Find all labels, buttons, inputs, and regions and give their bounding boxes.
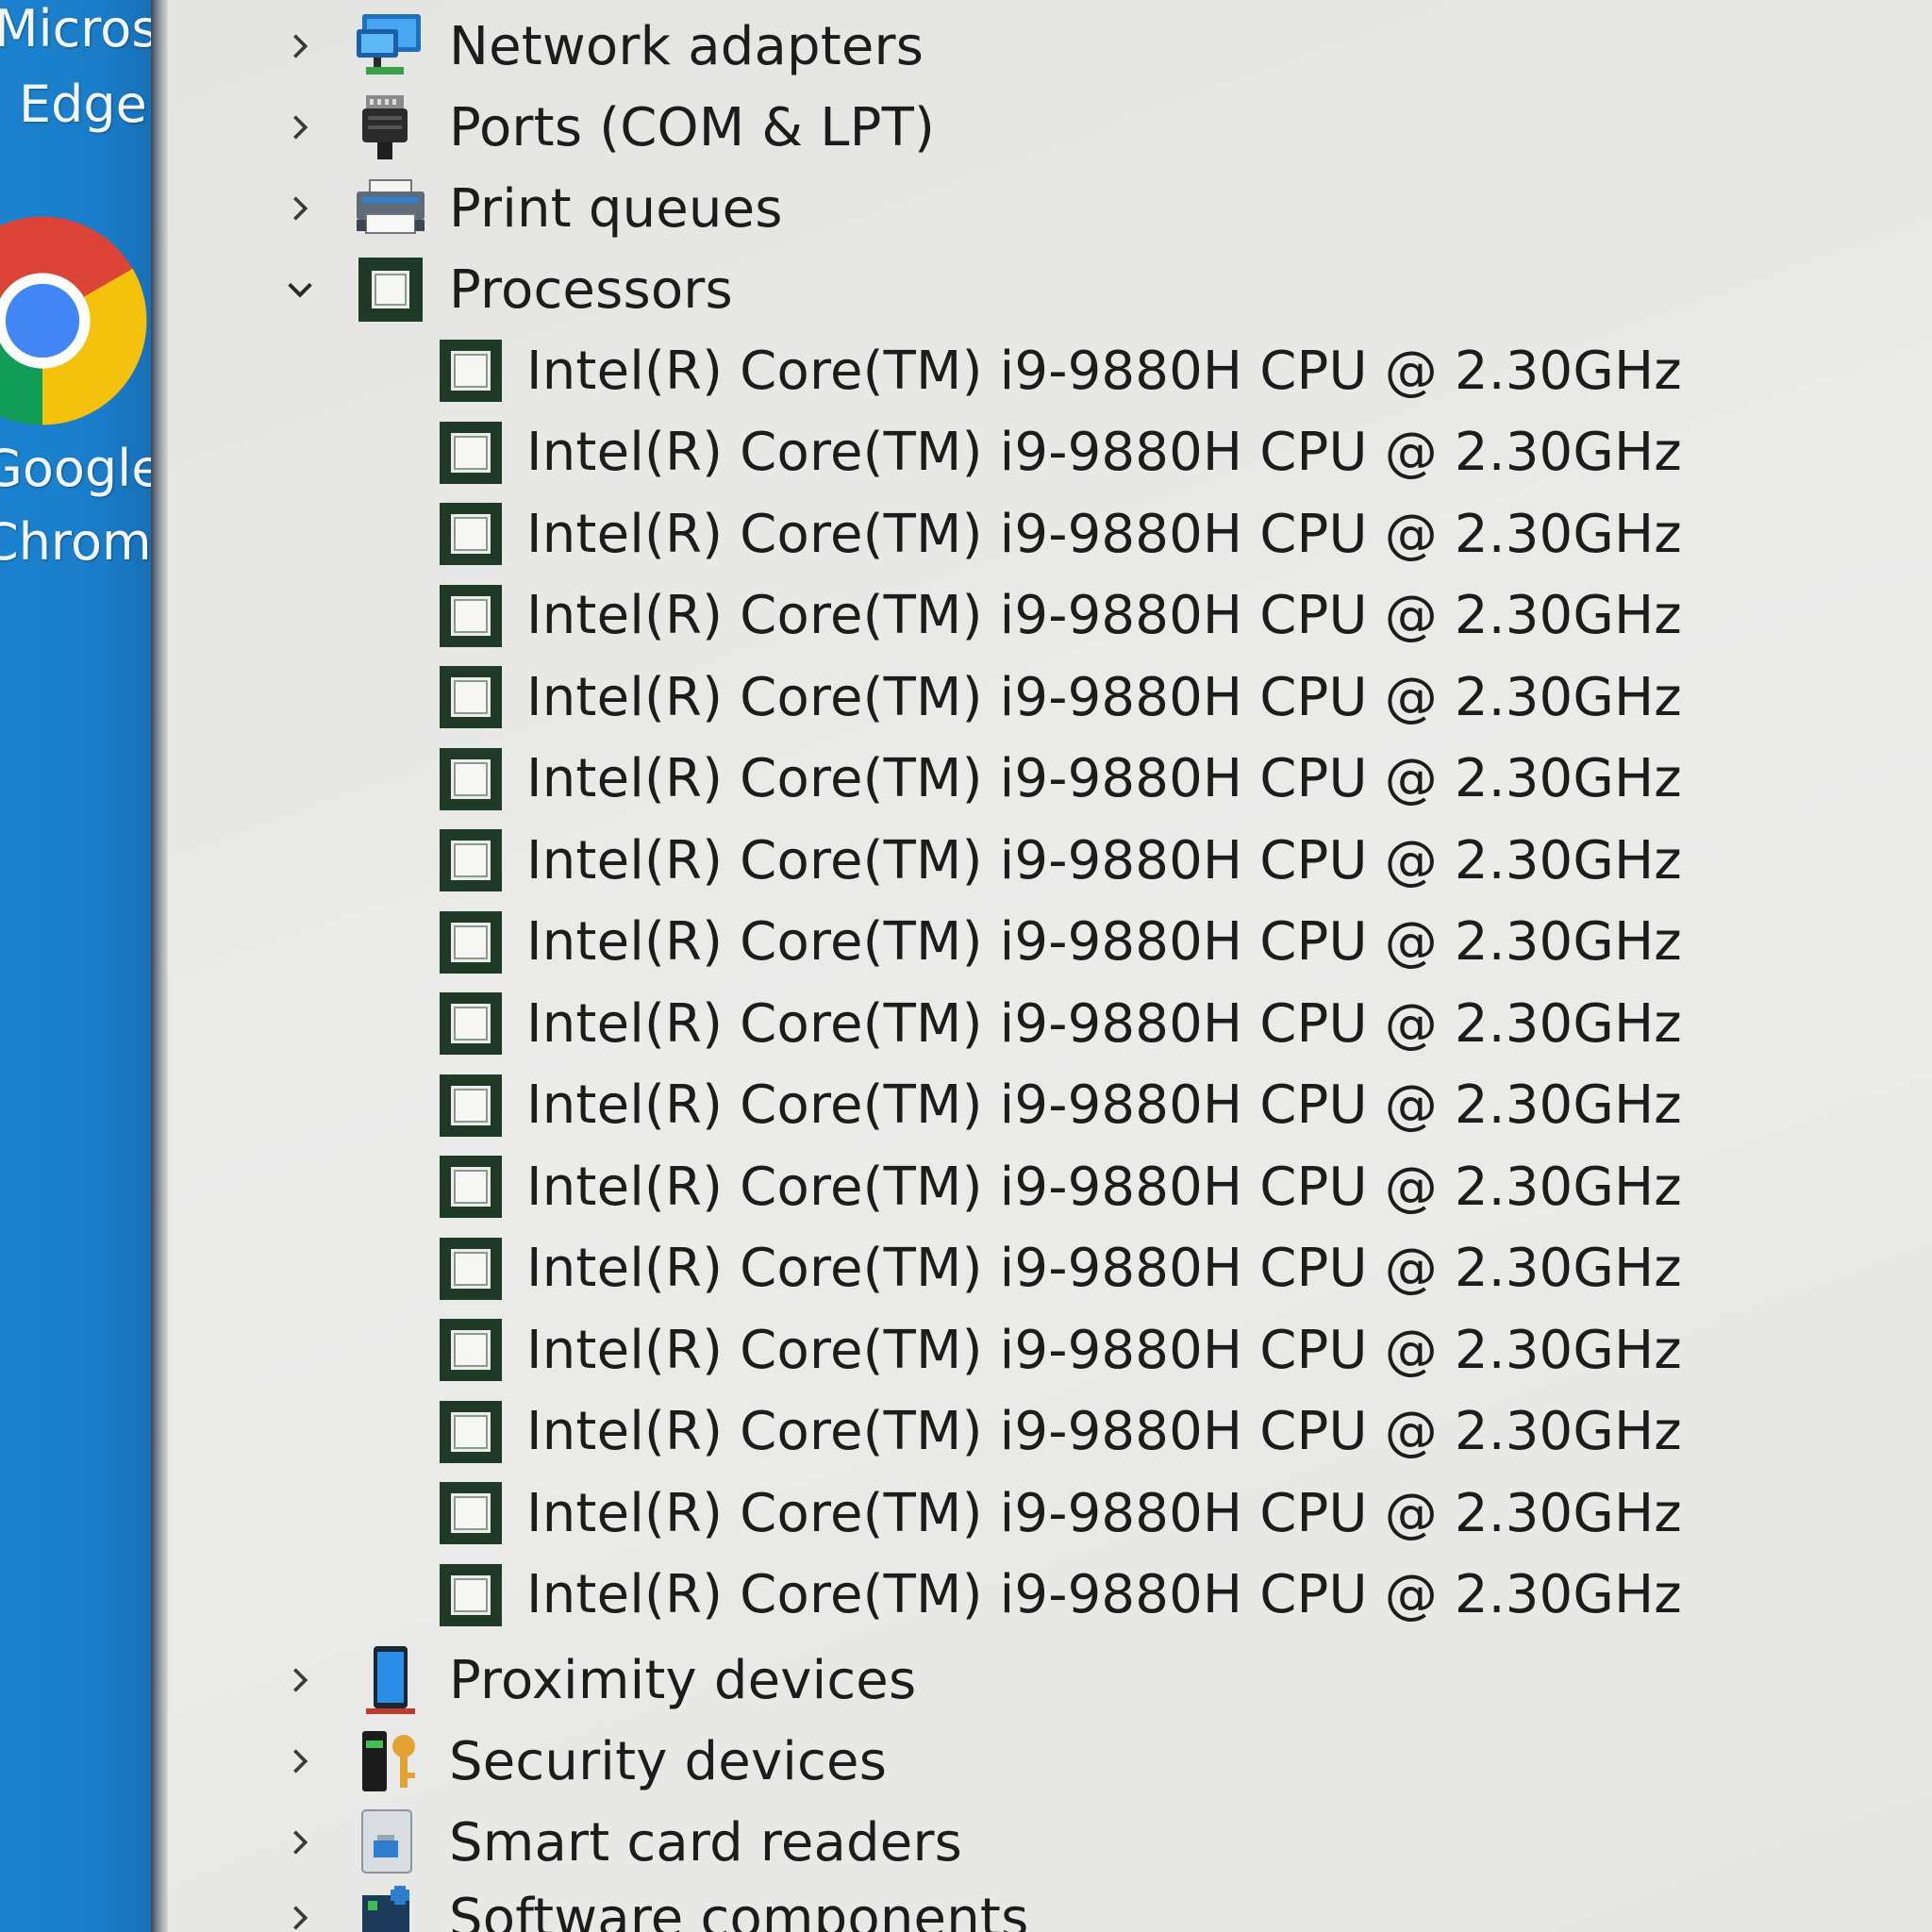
port-icon bbox=[362, 95, 408, 159]
tree-item-label: Processors bbox=[449, 258, 733, 321]
processor-item-label: Intel(R) Core(TM) i9-9880H CPU @ 2.30GHz bbox=[526, 503, 1682, 565]
processor-icon bbox=[440, 1482, 502, 1544]
chevron-right-icon[interactable] bbox=[281, 190, 319, 227]
processor-item[interactable]: Intel(R) Core(TM) i9-9880H CPU @ 2.30GHz bbox=[168, 412, 1682, 493]
tree-item-label: Ports (COM & LPT) bbox=[449, 96, 936, 158]
processor-icon bbox=[440, 1563, 502, 1626]
window-border bbox=[151, 0, 168, 1932]
processor-item-label: Intel(R) Core(TM) i9-9880H CPU @ 2.30GHz bbox=[526, 666, 1682, 728]
processor-icon bbox=[440, 503, 502, 565]
processor-icon bbox=[440, 747, 502, 810]
edge-shortcut-label-line2[interactable]: Edge bbox=[19, 79, 147, 130]
chevron-right-icon[interactable] bbox=[281, 27, 319, 65]
processor-item[interactable]: Intel(R) Core(TM) i9-9880H CPU @ 2.30GHz bbox=[168, 1146, 1682, 1227]
processor-item[interactable]: Intel(R) Core(TM) i9-9880H CPU @ 2.30GHz bbox=[168, 739, 1682, 820]
chrome-shortcut-label-line1[interactable]: Google bbox=[0, 443, 151, 494]
processor-item[interactable]: Intel(R) Core(TM) i9-9880H CPU @ 2.30GHz bbox=[168, 330, 1682, 411]
processor-item[interactable]: Intel(R) Core(TM) i9-9880H CPU @ 2.30GHz bbox=[168, 1391, 1682, 1473]
processor-icon bbox=[440, 584, 502, 647]
processor-icon bbox=[358, 258, 423, 322]
processor-icon bbox=[440, 1319, 502, 1381]
processor-icon bbox=[440, 910, 502, 974]
processor-item[interactable]: Intel(R) Core(TM) i9-9880H CPU @ 2.30GHz bbox=[168, 820, 1682, 901]
processor-icon bbox=[440, 1156, 502, 1218]
processor-item-label: Intel(R) Core(TM) i9-9880H CPU @ 2.30GHz bbox=[526, 422, 1682, 483]
processor-item[interactable]: Intel(R) Core(TM) i9-9880H CPU @ 2.30GHz bbox=[168, 1555, 1682, 1636]
tree-item-label: Network adapters bbox=[449, 15, 924, 77]
processor-item-label: Intel(R) Core(TM) i9-9880H CPU @ 2.30GHz bbox=[526, 748, 1682, 809]
processor-item[interactable]: Intel(R) Core(TM) i9-9880H CPU @ 2.30GHz bbox=[168, 983, 1682, 1064]
tree-item-security-devices[interactable]: Security devices bbox=[168, 1721, 887, 1802]
processor-icon bbox=[440, 1400, 502, 1463]
printer-icon bbox=[357, 179, 425, 234]
proximity-device-icon bbox=[366, 1646, 415, 1714]
processor-item-label: Intel(R) Core(TM) i9-9880H CPU @ 2.30GHz bbox=[526, 1074, 1682, 1136]
security-device-icon bbox=[362, 1731, 415, 1791]
processor-item[interactable]: Intel(R) Core(TM) i9-9880H CPU @ 2.30GHz bbox=[168, 575, 1682, 657]
tree-item-label: Proximity devices bbox=[449, 1649, 917, 1711]
smart-card-reader-icon bbox=[361, 1809, 412, 1874]
processor-item-label: Intel(R) Core(TM) i9-9880H CPU @ 2.30GHz bbox=[526, 1564, 1682, 1625]
processor-item-label: Intel(R) Core(TM) i9-9880H CPU @ 2.30GHz bbox=[526, 340, 1682, 402]
processor-icon bbox=[440, 421, 502, 484]
processor-item[interactable]: Intel(R) Core(TM) i9-9880H CPU @ 2.30GHz bbox=[168, 1473, 1682, 1554]
processor-item-label: Intel(R) Core(TM) i9-9880H CPU @ 2.30GHz bbox=[526, 911, 1682, 973]
tree-item-label: Print queues bbox=[449, 177, 783, 240]
tree-item-software-components[interactable]: Software components bbox=[168, 1877, 1028, 1932]
chrome-shortcut-label-line2[interactable]: Chrome bbox=[0, 517, 151, 568]
processor-icon bbox=[440, 340, 502, 402]
tree-item-processors[interactable]: Processors bbox=[168, 249, 733, 330]
processor-icon bbox=[440, 1074, 502, 1137]
processor-item-label: Intel(R) Core(TM) i9-9880H CPU @ 2.30GHz bbox=[526, 1238, 1682, 1299]
tree-item-proximity-devices[interactable]: Proximity devices bbox=[168, 1640, 916, 1721]
processor-item-label: Intel(R) Core(TM) i9-9880H CPU @ 2.30GHz bbox=[526, 1156, 1682, 1218]
processor-item[interactable]: Intel(R) Core(TM) i9-9880H CPU @ 2.30GHz bbox=[168, 902, 1682, 983]
processor-item[interactable]: Intel(R) Core(TM) i9-9880H CPU @ 2.30GHz bbox=[168, 1065, 1682, 1146]
chrome-icon[interactable] bbox=[0, 212, 151, 429]
processor-item[interactable]: Intel(R) Core(TM) i9-9880H CPU @ 2.30GHz bbox=[168, 657, 1682, 738]
processor-item-label: Intel(R) Core(TM) i9-9880H CPU @ 2.30GHz bbox=[526, 829, 1682, 891]
processor-item[interactable]: Intel(R) Core(TM) i9-9880H CPU @ 2.30GHz bbox=[168, 1309, 1682, 1391]
network-adapter-icon bbox=[357, 14, 421, 75]
processor-item[interactable]: Intel(R) Core(TM) i9-9880H CPU @ 2.30GHz bbox=[168, 493, 1682, 575]
chevron-right-icon[interactable] bbox=[281, 1742, 319, 1780]
tree-item-smart-card-readers[interactable]: Smart card readers bbox=[168, 1802, 962, 1883]
chevron-down-icon[interactable] bbox=[281, 271, 319, 308]
chevron-right-icon[interactable] bbox=[281, 1661, 319, 1699]
tree-item-label: Security devices bbox=[449, 1730, 888, 1792]
processor-item-label: Intel(R) Core(TM) i9-9880H CPU @ 2.30GHz bbox=[526, 1482, 1682, 1544]
chevron-right-icon[interactable] bbox=[281, 1824, 319, 1861]
tree-item-print-queues[interactable]: Print queues bbox=[168, 168, 783, 249]
processor-icon bbox=[440, 829, 502, 891]
processor-item-label: Intel(R) Core(TM) i9-9880H CPU @ 2.30GHz bbox=[526, 992, 1682, 1055]
software-component-icon bbox=[362, 1886, 409, 1932]
tree-item-network-adapters[interactable]: Network adapters bbox=[168, 6, 924, 87]
tree-item-label: Smart card readers bbox=[449, 1811, 963, 1874]
processor-icon bbox=[440, 1237, 502, 1300]
processor-item-label: Intel(R) Core(TM) i9-9880H CPU @ 2.30GHz bbox=[526, 1319, 1682, 1381]
tree-item-ports[interactable]: Ports (COM & LPT) bbox=[168, 87, 935, 168]
desktop-background: Microsoft Edge Google Chrome bbox=[0, 0, 151, 1932]
processor-item[interactable]: Intel(R) Core(TM) i9-9880H CPU @ 2.30GHz bbox=[168, 1228, 1682, 1309]
tree-item-label: Software components bbox=[449, 1887, 1029, 1932]
processor-item-label: Intel(R) Core(TM) i9-9880H CPU @ 2.30GHz bbox=[526, 1401, 1682, 1462]
processor-item-label: Intel(R) Core(TM) i9-9880H CPU @ 2.30GHz bbox=[526, 585, 1682, 646]
edge-shortcut-label-line1[interactable]: Microsoft bbox=[0, 4, 151, 55]
chevron-right-icon[interactable] bbox=[281, 1899, 319, 1932]
device-tree: Network adapters Ports (COM & LPT) Print bbox=[168, 0, 1932, 1932]
processor-icon bbox=[440, 666, 502, 728]
processor-icon bbox=[440, 992, 502, 1055]
chevron-right-icon[interactable] bbox=[281, 108, 319, 146]
